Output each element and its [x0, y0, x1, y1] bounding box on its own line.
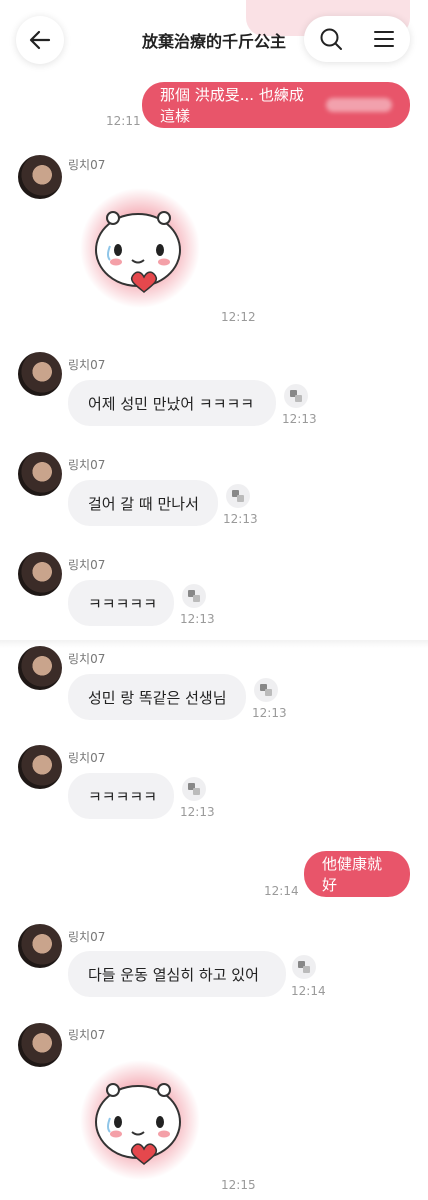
chat-header: 放棄治療的千斤公主 — [0, 0, 428, 80]
avatar[interactable] — [18, 1023, 62, 1067]
translate-icon — [188, 783, 200, 795]
sender-name: 링치07 — [68, 158, 106, 172]
outgoing-message-bubble[interactable]: 他健康就好 — [304, 851, 410, 897]
header-actions — [304, 16, 410, 62]
message-time: 12:13 — [180, 612, 215, 626]
sender-name: 링치07 — [68, 358, 106, 372]
translate-button[interactable] — [292, 955, 316, 979]
avatar[interactable] — [18, 352, 62, 396]
translate-icon — [290, 390, 302, 402]
search-icon — [320, 28, 342, 50]
message-time: 12:13 — [180, 805, 215, 819]
translate-button[interactable] — [226, 484, 250, 508]
incoming-message-bubble[interactable]: ㅋㅋㅋㅋㅋ — [68, 773, 174, 819]
message-text: ㅋㅋㅋㅋㅋ — [88, 594, 158, 613]
scroll-divider — [0, 640, 428, 648]
incoming-message-bubble[interactable]: 다들 운동 열심히 하고 있어 — [68, 951, 286, 997]
sender-name: 링치07 — [68, 652, 106, 666]
message-text: 어제 성민 만났어 ㅋㅋㅋㅋ — [88, 394, 255, 413]
message-time: 12:11 — [106, 114, 141, 128]
translate-icon — [298, 961, 310, 973]
translate-icon — [232, 490, 244, 502]
incoming-message-bubble[interactable]: 걸어 갈 때 만나서 — [68, 480, 218, 526]
message-text: 걸어 갈 때 만나서 — [88, 494, 199, 513]
message-time: 12:14 — [264, 884, 299, 898]
sender-name: 링치07 — [68, 930, 106, 944]
message-text: 다들 운동 열심히 하고 있어 — [88, 965, 259, 984]
avatar[interactable] — [18, 155, 62, 199]
message-time: 12:13 — [282, 412, 317, 426]
message-time: 12:14 — [291, 984, 326, 998]
hamburger-menu-icon — [373, 31, 394, 47]
translate-icon — [188, 590, 200, 602]
sender-name: 링치07 — [68, 1028, 106, 1042]
translate-button[interactable] — [284, 384, 308, 408]
incoming-message-bubble[interactable]: 어제 성민 만났어 ㅋㅋㅋㅋ — [68, 380, 276, 426]
sender-name: 링치07 — [68, 558, 106, 572]
avatar[interactable] — [18, 924, 62, 968]
incoming-message-bubble[interactable]: 성민 랑 똑같은 선생님 — [68, 674, 246, 720]
message-text: ㅋㅋㅋㅋㅋ — [88, 787, 158, 806]
crying-hamster-heart-sticker[interactable] — [80, 188, 200, 308]
sender-name: 링치07 — [68, 458, 106, 472]
message-time: 12:12 — [221, 310, 256, 324]
message-text: 성민 랑 똑같은 선생님 — [88, 688, 227, 707]
translate-button[interactable] — [254, 678, 278, 702]
translate-icon — [260, 684, 272, 696]
message-time: 12:13 — [223, 512, 258, 526]
sender-name: 링치07 — [68, 751, 106, 765]
message-text: 那個 洪成旻... 也練成這樣 — [160, 86, 304, 125]
menu-button[interactable] — [357, 16, 410, 62]
avatar[interactable] — [18, 452, 62, 496]
message-time: 12:13 — [252, 706, 287, 720]
message-time: 12:15 — [221, 1178, 256, 1192]
outgoing-message-bubble[interactable]: 那個 洪成旻... 也練成這樣 — [142, 82, 410, 128]
avatar[interactable] — [18, 552, 62, 596]
incoming-message-bubble[interactable]: ㅋㅋㅋㅋㅋ — [68, 580, 174, 626]
search-button[interactable] — [304, 16, 357, 62]
blurred-text — [326, 98, 392, 112]
translate-button[interactable] — [182, 777, 206, 801]
avatar[interactable] — [18, 646, 62, 690]
translate-button[interactable] — [182, 584, 206, 608]
message-text: 他健康就好 — [322, 855, 383, 894]
crying-hamster-heart-sticker[interactable] — [80, 1060, 200, 1180]
avatar[interactable] — [18, 745, 62, 789]
